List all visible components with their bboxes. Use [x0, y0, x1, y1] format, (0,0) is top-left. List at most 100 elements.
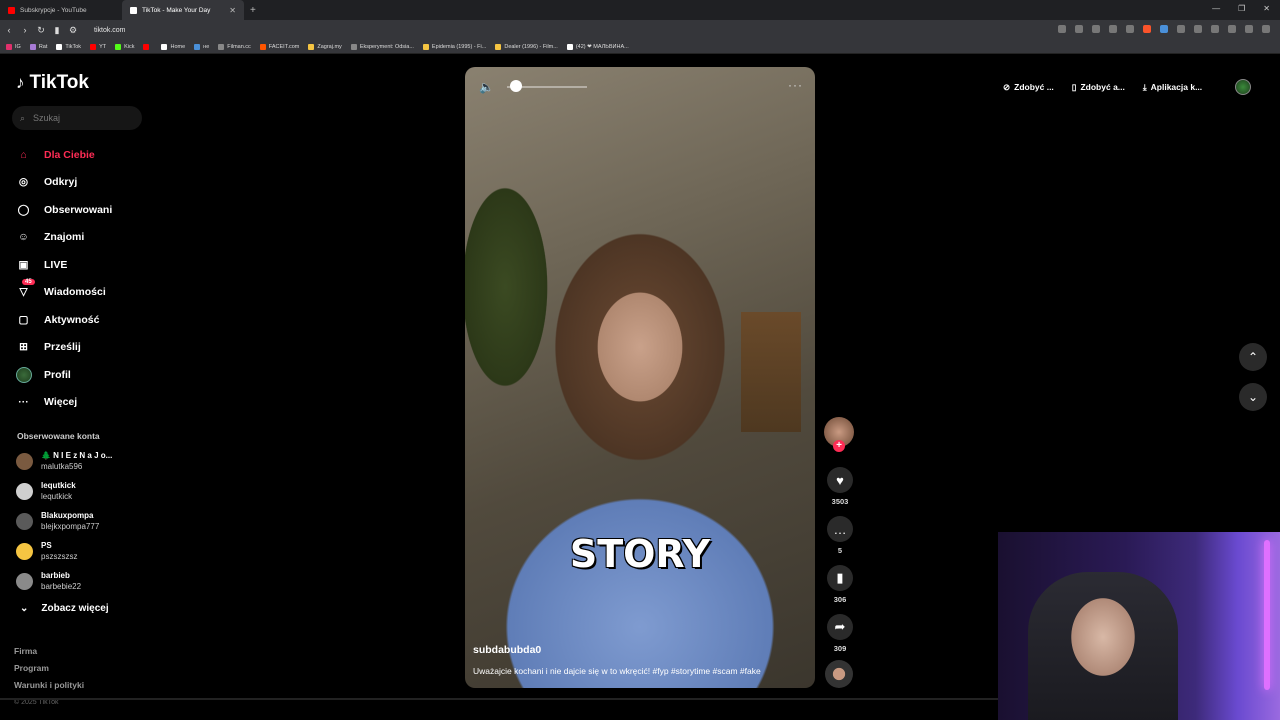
- site-info-icon[interactable]: ⚙: [66, 25, 80, 36]
- sidebar-item-label: Dla Ciebie: [44, 148, 95, 161]
- account-avatar: [16, 482, 33, 500]
- desktop-app-button[interactable]: ⤓ Aplikacja k...: [1139, 78, 1206, 96]
- url-input[interactable]: tiktok.com: [94, 27, 126, 34]
- volume-slider[interactable]: [507, 80, 587, 92]
- like-button[interactable]: ♥ 3503: [826, 467, 854, 506]
- sidebar-item-following[interactable]: ◯ Obserwowani: [15, 196, 113, 224]
- sidebar-item-upload[interactable]: ⊞ Prześlij: [15, 334, 112, 362]
- sidebar-footer: Firma Program Warunki i polityki © 2025 …: [14, 643, 84, 711]
- save-button[interactable]: ▮ 306: [826, 565, 854, 604]
- volume-icon[interactable]: 🔈: [479, 80, 494, 94]
- bookmark-item[interactable]: YT: [90, 43, 106, 50]
- following-account[interactable]: lequtkick lequtkick: [16, 480, 76, 502]
- download-icon[interactable]: [1211, 25, 1219, 33]
- bookmark-item[interactable]: [143, 43, 152, 50]
- heart-icon: ♥: [827, 467, 853, 493]
- bookmark-item[interactable]: Epidemia (1995) - Fi...: [422, 43, 486, 50]
- music-disc-icon[interactable]: [825, 660, 853, 688]
- icon-glyph: ▽: [19, 286, 28, 299]
- profile-avatar[interactable]: [1235, 79, 1251, 95]
- bookmark-favicon-icon: [308, 43, 315, 50]
- account-avatar: [16, 542, 33, 560]
- bookmark-item[interactable]: Home: [161, 43, 185, 50]
- extension-icon[interactable]: [1160, 25, 1168, 33]
- extension-icon[interactable]: [1177, 25, 1185, 33]
- close-window-icon[interactable]: ✕: [1263, 4, 1270, 13]
- bookmark-item[interactable]: Dealer (1996) - Film...: [495, 43, 558, 50]
- bookmark-item[interactable]: TikTok: [56, 43, 81, 50]
- copyright: © 2025 TikTok: [14, 699, 59, 706]
- previous-video-button[interactable]: ⌃: [1239, 343, 1267, 371]
- footer-link-program[interactable]: Program: [14, 660, 84, 677]
- bookmark-item[interactable]: Zagraj.my: [308, 43, 342, 50]
- icon-glyph: ⌂: [20, 148, 27, 161]
- see-more-button[interactable]: ⌄ Zobacz więcej: [20, 603, 109, 614]
- comment-button[interactable]: … 5: [826, 516, 854, 555]
- sidebar-item-home[interactable]: ⌂ Dla Ciebie: [15, 141, 112, 169]
- bookmark-item[interactable]: Rat: [29, 43, 47, 50]
- sidebar-item-more[interactable]: ··· Więcej: [15, 389, 112, 417]
- follow-plus-icon[interactable]: +: [833, 440, 845, 452]
- tab-tiktok[interactable]: TikTok - Make Your Day ✕: [122, 0, 244, 20]
- sidebar-item-friends[interactable]: ☺ Znajomi: [15, 224, 112, 252]
- next-video-button[interactable]: ⌄: [1239, 383, 1267, 411]
- bookmark-item[interactable]: Kick: [115, 43, 134, 50]
- tiktok-logo[interactable]: ♪ TikTok: [16, 72, 89, 94]
- comment-count: 5: [837, 546, 843, 555]
- bookmark-favicon-icon: [495, 43, 502, 50]
- following-account[interactable]: PS pszszszsz: [16, 540, 77, 562]
- account-username: pszszszsz: [41, 552, 78, 561]
- extension-icon[interactable]: [1092, 25, 1100, 33]
- close-tab-icon[interactable]: ✕: [229, 6, 236, 15]
- bookmark-item[interactable]: не: [194, 43, 209, 50]
- video-author[interactable]: subdabubda0: [473, 644, 541, 656]
- extension-icon[interactable]: [1194, 25, 1202, 33]
- link-icon[interactable]: [1228, 25, 1236, 33]
- bookmark-item[interactable]: FACEIT.com: [259, 43, 299, 50]
- footer-link-terms[interactable]: Warunki i polityki: [14, 677, 84, 694]
- tab-youtube[interactable]: Subskrypcje - YouTube: [0, 0, 122, 20]
- video-more-options-icon[interactable]: ···: [788, 78, 803, 92]
- extension-icon[interactable]: [1058, 25, 1066, 33]
- restore-icon[interactable]: ❐: [1238, 4, 1245, 13]
- forward-icon[interactable]: ›: [18, 25, 32, 35]
- profile-icon: [15, 366, 32, 383]
- friends-icon: ☺: [15, 229, 32, 246]
- account-text: PS pszszszsz: [41, 540, 77, 562]
- following-account[interactable]: Blakuxpompa blejkxpompa777: [16, 510, 99, 532]
- extension-icon[interactable]: [1075, 25, 1083, 33]
- get-coins-button[interactable]: ⊘ Zdobyć ...: [999, 78, 1058, 96]
- bookmark-icon[interactable]: ▮: [50, 25, 64, 36]
- media-icon[interactable]: [1245, 25, 1253, 33]
- menu-icon[interactable]: [1262, 25, 1270, 33]
- get-app-button[interactable]: ▯ Zdobyć a...: [1068, 78, 1129, 96]
- bookmark-item[interactable]: Eksperyment: Odsia...: [350, 43, 414, 50]
- bookmark-item[interactable]: IG: [6, 43, 21, 50]
- bookmark-item[interactable]: Filman.cc: [218, 43, 251, 50]
- sidebar-item-messages[interactable]: ▽ 45 Wiadomości: [15, 278, 112, 307]
- author-avatar[interactable]: +: [824, 417, 854, 452]
- share-button[interactable]: ➦ 309: [826, 614, 854, 653]
- footer-link-company[interactable]: Firma: [14, 643, 84, 660]
- new-tab-button[interactable]: +: [250, 5, 256, 16]
- messages-badge: 45: [22, 278, 35, 285]
- sidebar-item-profile[interactable]: Profil: [15, 361, 112, 389]
- zoom-icon[interactable]: [1109, 25, 1117, 33]
- reload-icon[interactable]: ↻: [34, 25, 48, 36]
- sidebar-item-activity[interactable]: ▢ Aktywność: [15, 306, 112, 334]
- volume-knob[interactable]: [510, 80, 523, 92]
- bookmark-favicon-icon: [422, 43, 429, 50]
- share-icon[interactable]: [1126, 25, 1134, 33]
- icon-glyph: ☺: [18, 231, 29, 244]
- video-player[interactable]: [465, 67, 815, 688]
- brave-shield-icon[interactable]: [1143, 25, 1151, 33]
- following-account[interactable]: barbieb barbebie22: [16, 570, 81, 592]
- sidebar-item-compass[interactable]: ◎ Odkryj: [15, 169, 112, 197]
- sidebar-item-live[interactable]: ▣ LIVE: [15, 251, 112, 279]
- icon-glyph: ▣: [18, 258, 29, 271]
- search-input[interactable]: ⌕ Szukaj: [12, 106, 142, 130]
- following-account[interactable]: 🌲 N I E z N a J o... malutka596: [16, 450, 112, 472]
- back-icon[interactable]: ‹: [2, 25, 16, 35]
- minimize-icon[interactable]: —: [1212, 4, 1220, 13]
- bookmark-item[interactable]: (42) ❤ МАЛЬВИНА...: [566, 43, 629, 50]
